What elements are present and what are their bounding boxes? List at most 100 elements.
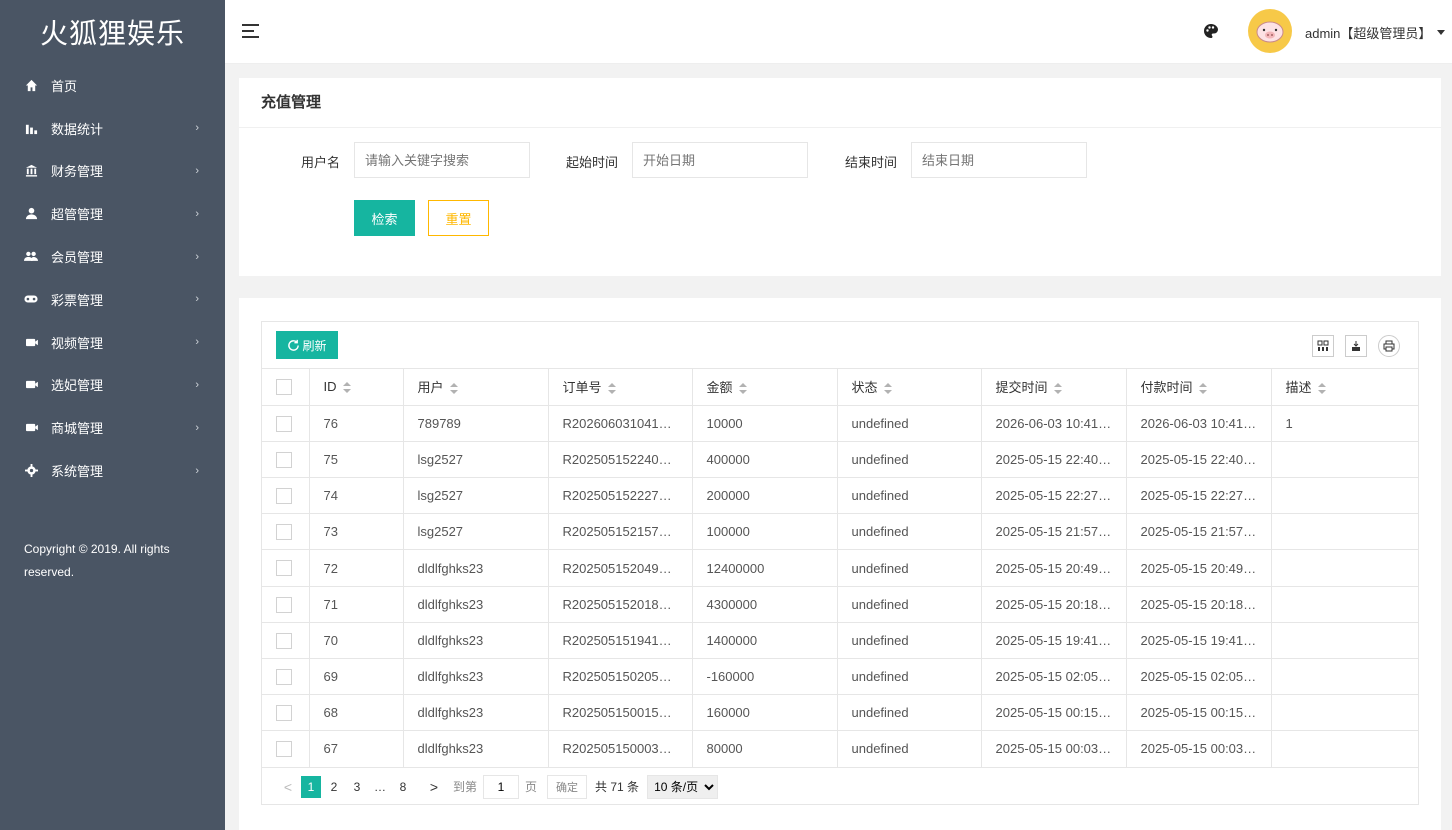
sort-icon[interactable] [738, 383, 747, 395]
user-name: admin【超级管理员】 [1305, 26, 1432, 41]
table-cell: R202505152049… [548, 549, 693, 587]
sort-icon[interactable] [342, 382, 351, 394]
sidebar-item-4[interactable]: 会员管理 › [0, 235, 225, 278]
select-all-checkbox[interactable] [276, 379, 292, 396]
row-checkbox[interactable] [276, 632, 292, 649]
table-cell: 2025-05-15 19:41… [1126, 622, 1272, 660]
avatar[interactable] [1248, 9, 1292, 53]
sort-icon[interactable] [607, 383, 616, 395]
row-checkbox[interactable] [276, 415, 292, 432]
chevron-right-icon: › [195, 421, 199, 434]
row-checkbox[interactable] [276, 596, 292, 613]
table-cell [1271, 586, 1418, 623]
table-cell: R202505150015… [548, 694, 693, 732]
page-size-select[interactable]: 10 条/页 [647, 774, 719, 799]
sidebar: 火狐狸娱乐 首页 数据统计 › 财务管理 › 超管管理 › 会员管理 › 彩票管理 › 视频管理 › 选妃… [0, 0, 225, 830]
end-date-input[interactable] [911, 142, 1087, 178]
sort-icon[interactable] [883, 383, 892, 395]
table-cell: R202505152157… [548, 513, 693, 551]
gamepad-icon [24, 292, 38, 306]
row-select-cell [262, 441, 310, 479]
table-row: 75 lsg2527 R202505152240… 400000 undefined 20… [262, 441, 1418, 479]
page-button[interactable]: 2 [324, 776, 344, 798]
sort-icon[interactable] [449, 383, 458, 395]
video-icon [24, 335, 38, 349]
table-cell: 200000 [692, 477, 838, 515]
column-header[interactable]: 用户 [403, 369, 549, 406]
column-header[interactable]: 付款时间 [1126, 369, 1272, 406]
page-button[interactable]: 1 [301, 775, 321, 798]
goto-confirm-button[interactable]: 确定 [547, 774, 588, 799]
column-header[interactable]: 金额 [692, 369, 838, 406]
username-label: 用户名 [301, 155, 341, 170]
table-row: 74 lsg2527 R202505152227… 200000 undefined 20… [262, 477, 1418, 515]
table-cell: lsg2527 [403, 477, 549, 515]
row-checkbox[interactable] [276, 560, 292, 577]
table-cell: R202505150205… [548, 658, 693, 696]
table-cell: R202505151941… [548, 622, 693, 660]
sidebar-item-label: 选妃管理 [51, 378, 104, 394]
username-search-input[interactable] [354, 142, 530, 178]
column-header[interactable]: 状态 [837, 369, 982, 406]
column-header[interactable]: 提交时间 [981, 369, 1127, 406]
table-cell: 69 [309, 658, 404, 696]
sidebar-item-5[interactable]: 彩票管理 › [0, 278, 225, 321]
table-cell [1271, 477, 1418, 515]
print-icon[interactable] [1378, 335, 1400, 357]
export-icon[interactable] [1345, 335, 1367, 357]
copyright-text: Copyright © 2019. All rights reserved. [24, 542, 170, 579]
sidebar-item-6[interactable]: 视频管理 › [0, 321, 225, 364]
row-checkbox[interactable] [276, 524, 292, 541]
table-cell: undefined [837, 477, 982, 515]
sidebar-item-0[interactable]: 首页 [0, 64, 225, 107]
row-checkbox[interactable] [276, 741, 292, 758]
column-header[interactable]: ID [309, 369, 404, 406]
page-suffix: 页 [525, 780, 538, 795]
page-button[interactable]: 3 [347, 776, 367, 798]
page-title: 充值管理 [239, 78, 1441, 128]
columns-filter-icon[interactable] [1312, 335, 1334, 357]
page-button-last[interactable]: 8 [393, 776, 413, 798]
table-cell: dldlfghks23 [403, 730, 549, 768]
column-header-label: 金额 [706, 380, 733, 396]
sidebar-item-3[interactable]: 超管管理 › [0, 192, 225, 235]
row-checkbox[interactable] [276, 451, 292, 468]
sort-icon[interactable] [1317, 383, 1326, 395]
sidebar-item-1[interactable]: 数据统计 › [0, 107, 225, 150]
prev-page-button[interactable]: < [278, 776, 298, 798]
brand-logo: 火狐狸娱乐 [39, 17, 185, 50]
start-date-input[interactable] [632, 142, 808, 178]
table-cell: 2025-05-15 22:27… [1126, 477, 1272, 515]
sort-icon[interactable] [1198, 383, 1207, 395]
table-cell: dldlfghks23 [403, 622, 549, 660]
table-cell: 72 [309, 549, 404, 587]
sidebar-item-2[interactable]: 财务管理 › [0, 150, 225, 193]
sidebar-item-9[interactable]: 系统管理 › [0, 449, 225, 492]
table-cell: 160000 [692, 694, 838, 732]
row-select-cell [262, 477, 310, 515]
menu-toggle-icon[interactable] [242, 24, 259, 39]
table-cell: 1400000 [692, 622, 838, 660]
sidebar-item-8[interactable]: 商城管理 › [0, 406, 225, 449]
row-checkbox[interactable] [276, 668, 292, 685]
table-cell: 80000 [692, 730, 838, 768]
goto-page-input[interactable] [483, 774, 520, 799]
reset-button[interactable]: 重置 [428, 200, 489, 236]
sidebar-item-7[interactable]: 选妃管理 › [0, 364, 225, 407]
chevron-right-icon: › [195, 293, 199, 306]
user-menu[interactable]: admin【超级管理员】 [1305, 23, 1446, 42]
table-cell: undefined [837, 730, 982, 768]
table-cell: 2026-06-03 10:41… [981, 405, 1127, 442]
row-checkbox[interactable] [276, 487, 292, 504]
row-checkbox[interactable] [276, 705, 292, 722]
pager-ellipsis: … [374, 779, 386, 794]
search-button[interactable]: 检索 [354, 200, 415, 236]
theme-palette-icon[interactable] [1203, 23, 1219, 42]
column-header[interactable]: 描述 [1271, 369, 1418, 406]
refresh-button[interactable]: 刷新 [276, 331, 338, 359]
sort-icon[interactable] [1053, 383, 1062, 395]
table-row: 69 dldlfghks23 R202505150205… -160000 undefi… [262, 658, 1418, 696]
table-cell: lsg2527 [403, 441, 549, 479]
next-page-button[interactable]: > [424, 776, 444, 798]
column-header[interactable]: 订单号 [548, 369, 693, 406]
